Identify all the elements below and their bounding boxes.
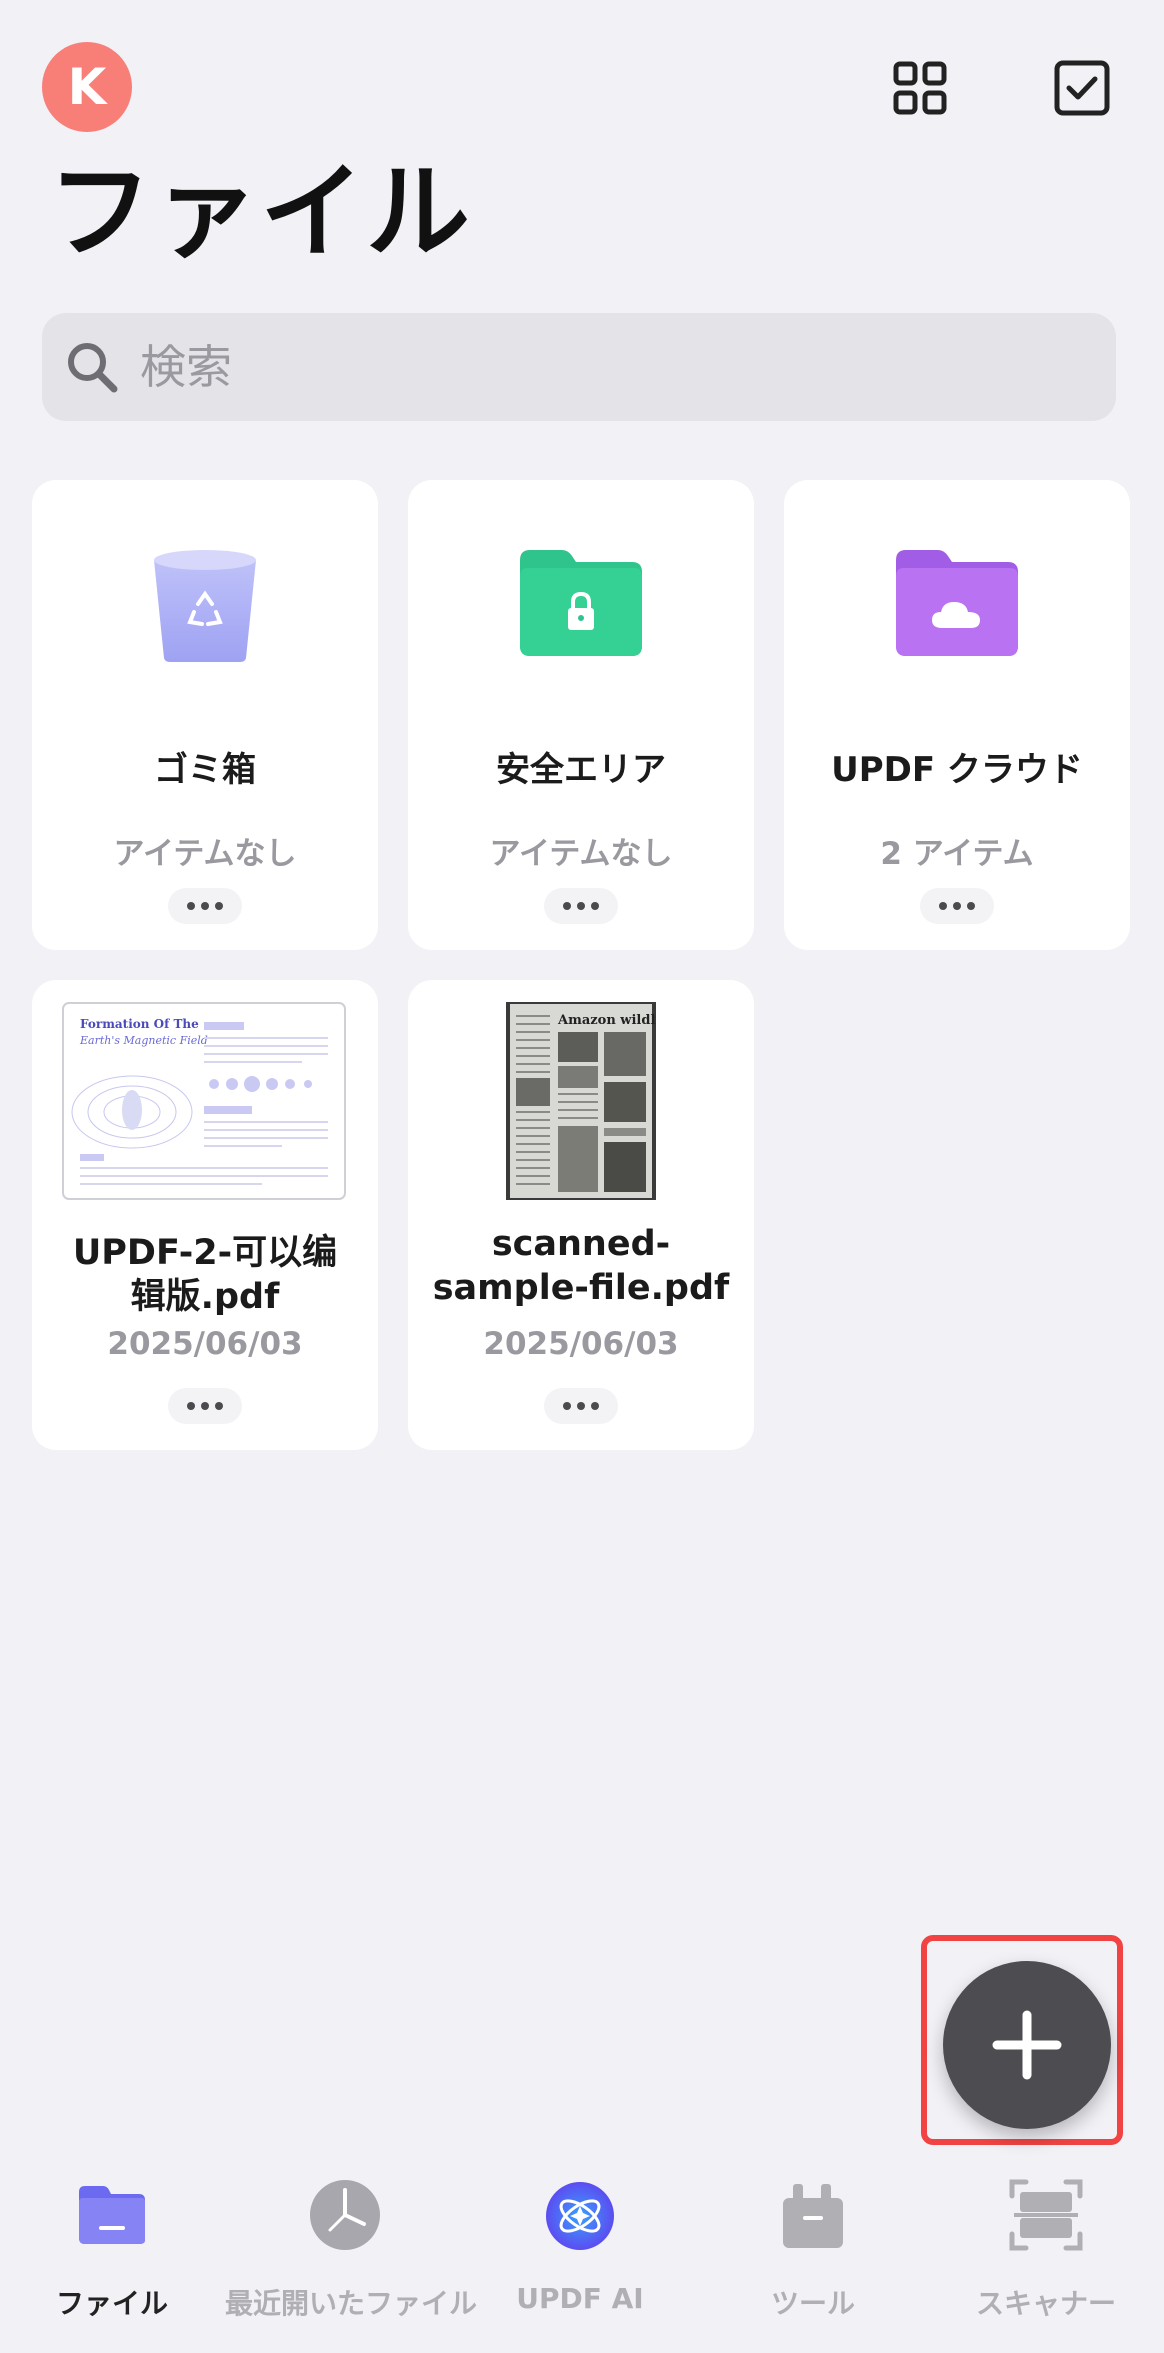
tab-label: UPDF AI <box>516 2282 644 2315</box>
plus-icon <box>992 2010 1062 2080</box>
tab-bar: ファイル 最近開いたファイル UPDF AI ツール スキャナー <box>0 2170 1164 2353</box>
folder-item-count: アイテムなし <box>489 836 673 872</box>
tab-label: ファイル <box>55 2287 168 2320</box>
avatar[interactable]: K <box>42 42 132 132</box>
more-options-button[interactable] <box>168 1388 242 1424</box>
folder-item-count: アイテムなし <box>113 836 297 872</box>
search-input[interactable] <box>138 339 1042 395</box>
file-name-line2: 辑版.pdf <box>130 1277 280 1317</box>
search-bar[interactable] <box>42 313 1116 421</box>
search-icon <box>68 343 118 393</box>
folder-item-count: 2 アイテム <box>880 836 1034 872</box>
more-options-button[interactable] <box>168 888 242 924</box>
pdf-thumbnail: Formation Of The Earth's Magnetic Field <box>62 1002 346 1200</box>
folder-card-secure-area[interactable]: 安全エリア アイテムなし <box>408 480 754 950</box>
cloud-folder-icon <box>896 550 1018 656</box>
file-name-line2: sample-file.pdf <box>432 1268 730 1308</box>
page-title: ファイル <box>48 151 473 273</box>
folder-name: 安全エリア <box>496 750 666 790</box>
tab-label: ツール <box>770 2287 855 2320</box>
folder-icon <box>79 2186 145 2244</box>
file-name-line1: scanned- <box>491 1224 671 1264</box>
add-button[interactable] <box>943 1961 1111 2129</box>
more-options-button[interactable] <box>544 888 618 924</box>
folder-card-updf-cloud[interactable]: UPDF クラウド 2 アイテム <box>784 480 1130 950</box>
file-card-scanned-sample[interactable]: Amazon wildlife scanned- sample-file.pdf… <box>408 980 754 1450</box>
toolbox-icon <box>783 2184 843 2248</box>
more-options-button[interactable] <box>920 888 994 924</box>
tab-label: スキャナー <box>975 2287 1116 2320</box>
thumb-title-line2: Earth's Magnetic Field <box>79 1034 208 1047</box>
folder-card-trash[interactable]: ゴミ箱 アイテムなし <box>32 480 378 950</box>
tab-label: 最近開いたファイル <box>225 2287 478 2320</box>
file-date: 2025/06/03 <box>107 1326 303 1362</box>
folder-name: ゴミ箱 <box>154 750 256 790</box>
file-card-updf-2[interactable]: Formation Of The Earth's Magnetic Field <box>32 980 378 1450</box>
file-date: 2025/06/03 <box>483 1326 679 1362</box>
grid-view-icon[interactable] <box>890 58 950 118</box>
ai-sparkle-icon <box>546 2182 614 2250</box>
folder-name: UPDF クラウド <box>831 750 1083 790</box>
scanner-icon <box>1009 2179 1083 2251</box>
locked-folder-icon <box>520 550 642 656</box>
more-options-button[interactable] <box>544 1388 618 1424</box>
thumb-title-line1: Formation Of The <box>80 1017 199 1031</box>
pdf-thumbnail: Amazon wildlife <box>506 1002 656 1200</box>
clock-icon <box>310 2180 380 2250</box>
trash-icon <box>154 550 256 662</box>
select-checkbox-icon[interactable] <box>1052 58 1112 118</box>
thumb-title: Amazon wildlife <box>557 1013 656 1028</box>
